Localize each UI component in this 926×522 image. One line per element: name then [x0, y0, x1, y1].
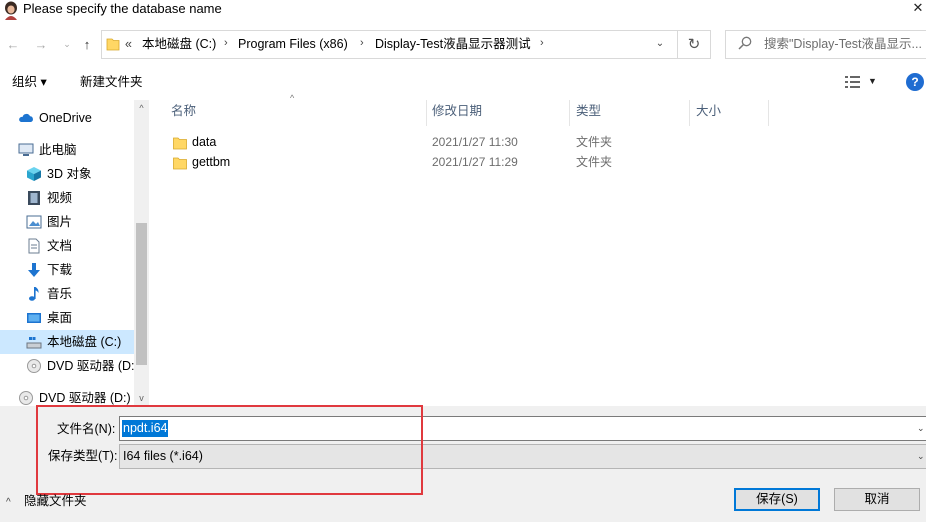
dvd-icon: [27, 359, 41, 373]
download-icon: [28, 263, 40, 277]
sidebar-item-pictures[interactable]: 图片: [0, 210, 134, 234]
organize-menu[interactable]: 组织 ▾: [12, 75, 47, 90]
file-type: 文件夹: [576, 135, 613, 149]
highlight-box: [36, 405, 423, 495]
sidebar-scrollbar-thumb[interactable]: [136, 223, 147, 365]
dvd-icon: [19, 391, 33, 405]
breadcrumb-overflow[interactable]: «: [125, 37, 132, 52]
up-icon[interactable]: ↑: [78, 36, 96, 54]
file-name: gettbm: [192, 155, 231, 169]
navigation-pane: OneDrive 此电脑 3D 对象 视频 图片 文档 下载 音乐 桌面 本地磁…: [0, 100, 149, 406]
app-icon: [5, 1, 17, 20]
search-icon: [738, 36, 752, 50]
back-icon[interactable]: ←: [4, 36, 22, 54]
sidebar-item-music[interactable]: 音乐: [0, 282, 134, 306]
window-title: Please specify the database name: [23, 1, 222, 16]
column-header-date[interactable]: 修改日期: [432, 104, 482, 119]
column-header-type[interactable]: 类型: [576, 104, 601, 119]
folder-icon: [106, 38, 120, 51]
file-date: 2021/1/27 11:29: [432, 155, 518, 169]
sidebar-item-dvd-drive[interactable]: DVD 驱动器 (D:: [0, 354, 135, 378]
video-icon: [28, 191, 40, 205]
sidebar-item-label: 音乐: [47, 287, 73, 301]
column-divider[interactable]: [689, 100, 690, 126]
computer-icon: [18, 143, 34, 156]
music-icon: [29, 287, 39, 301]
sidebar-item-label: 此电脑: [39, 143, 77, 157]
folder-icon: [173, 157, 187, 170]
collapse-icon: ^: [6, 497, 11, 508]
cube-icon: [27, 167, 41, 181]
column-header-name[interactable]: 名称: [171, 104, 196, 119]
cloud-icon: [19, 113, 33, 122]
help-icon[interactable]: ?: [906, 73, 924, 91]
breadcrumb-separator[interactable]: ›: [224, 36, 228, 51]
filename-dropdown-icon[interactable]: ⌄: [917, 421, 925, 436]
breadcrumb-item[interactable]: Program Files (x86): [238, 37, 348, 52]
sidebar-item-label: 本地磁盘 (C:): [47, 335, 122, 349]
document-icon: [28, 238, 40, 254]
breadcrumb-item[interactable]: Display-Test液晶显示器测试: [375, 37, 531, 52]
scroll-down-icon[interactable]: v: [134, 390, 149, 406]
sidebar-item-dvd-drive-root[interactable]: DVD 驱动器 (D:): [0, 386, 134, 406]
table-row[interactable]: data 2021/1/27 11:30 文件夹: [165, 133, 725, 153]
sidebar-item-label: 视频: [47, 191, 73, 205]
sidebar-item-label: DVD 驱动器 (D:): [39, 391, 131, 405]
filetype-dropdown-icon[interactable]: ⌄: [917, 449, 925, 464]
close-icon[interactable]: ✕: [910, 0, 926, 18]
hide-folders-toggle[interactable]: ^ 隐藏文件夹: [6, 494, 87, 510]
sidebar-item-label: 3D 对象: [47, 167, 92, 181]
sidebar-item-this-pc[interactable]: 此电脑: [0, 138, 134, 162]
sidebar-item-desktop[interactable]: 桌面: [0, 306, 134, 330]
sidebar-item-downloads[interactable]: 下载: [0, 258, 134, 282]
search-placeholder: 搜索"Display-Test液晶显示...: [764, 37, 922, 51]
file-date: 2021/1/27 11:30: [432, 135, 518, 149]
forward-icon[interactable]: →: [32, 36, 50, 54]
save-button[interactable]: 保存(S): [734, 488, 820, 511]
desktop-icon: [27, 313, 41, 323]
breadcrumb-item[interactable]: 本地磁盘 (C:): [142, 37, 216, 52]
sidebar-item-videos[interactable]: 视频: [0, 186, 134, 210]
refresh-icon[interactable]: ↻: [678, 30, 711, 59]
column-divider[interactable]: [768, 100, 769, 126]
column-divider[interactable]: [426, 100, 427, 126]
folder-icon: [173, 137, 187, 150]
view-dropdown-icon[interactable]: ▼: [868, 74, 877, 89]
sidebar-item-local-disk[interactable]: 本地磁盘 (C:): [0, 330, 134, 354]
file-name: data: [192, 135, 217, 149]
sidebar-item-onedrive[interactable]: OneDrive: [0, 106, 134, 130]
scroll-up-icon[interactable]: ^: [134, 100, 149, 116]
breadcrumb-separator[interactable]: ›: [540, 36, 544, 51]
sidebar-item-3d-objects[interactable]: 3D 对象: [0, 162, 134, 186]
sidebar-item-label: OneDrive: [39, 111, 92, 125]
sidebar-item-label: 图片: [47, 215, 73, 229]
drive-icon: [26, 337, 42, 349]
sidebar-item-label: 桌面: [47, 311, 73, 325]
sidebar-item-label: 下载: [47, 263, 73, 277]
sidebar-item-label: 文档: [47, 239, 73, 253]
address-dropdown-icon[interactable]: ⌄: [653, 36, 667, 52]
new-folder-button[interactable]: 新建文件夹: [80, 75, 143, 90]
picture-icon: [26, 215, 42, 229]
sort-ascending-icon: ^: [290, 93, 295, 103]
cancel-button[interactable]: 取消: [834, 488, 920, 511]
column-header-size[interactable]: 大小: [696, 104, 721, 119]
hide-folders-label: 隐藏文件夹: [24, 494, 87, 508]
table-row[interactable]: gettbm 2021/1/27 11:29 文件夹: [165, 153, 725, 173]
sidebar-item-label: DVD 驱动器 (D:: [47, 359, 135, 373]
recent-locations-icon[interactable]: ⌄: [58, 35, 76, 53]
breadcrumb-separator[interactable]: ›: [360, 36, 364, 51]
sidebar-item-documents[interactable]: 文档: [0, 234, 134, 258]
view-options-icon[interactable]: [845, 75, 861, 89]
file-type: 文件夹: [576, 155, 613, 169]
column-divider[interactable]: [569, 100, 570, 126]
